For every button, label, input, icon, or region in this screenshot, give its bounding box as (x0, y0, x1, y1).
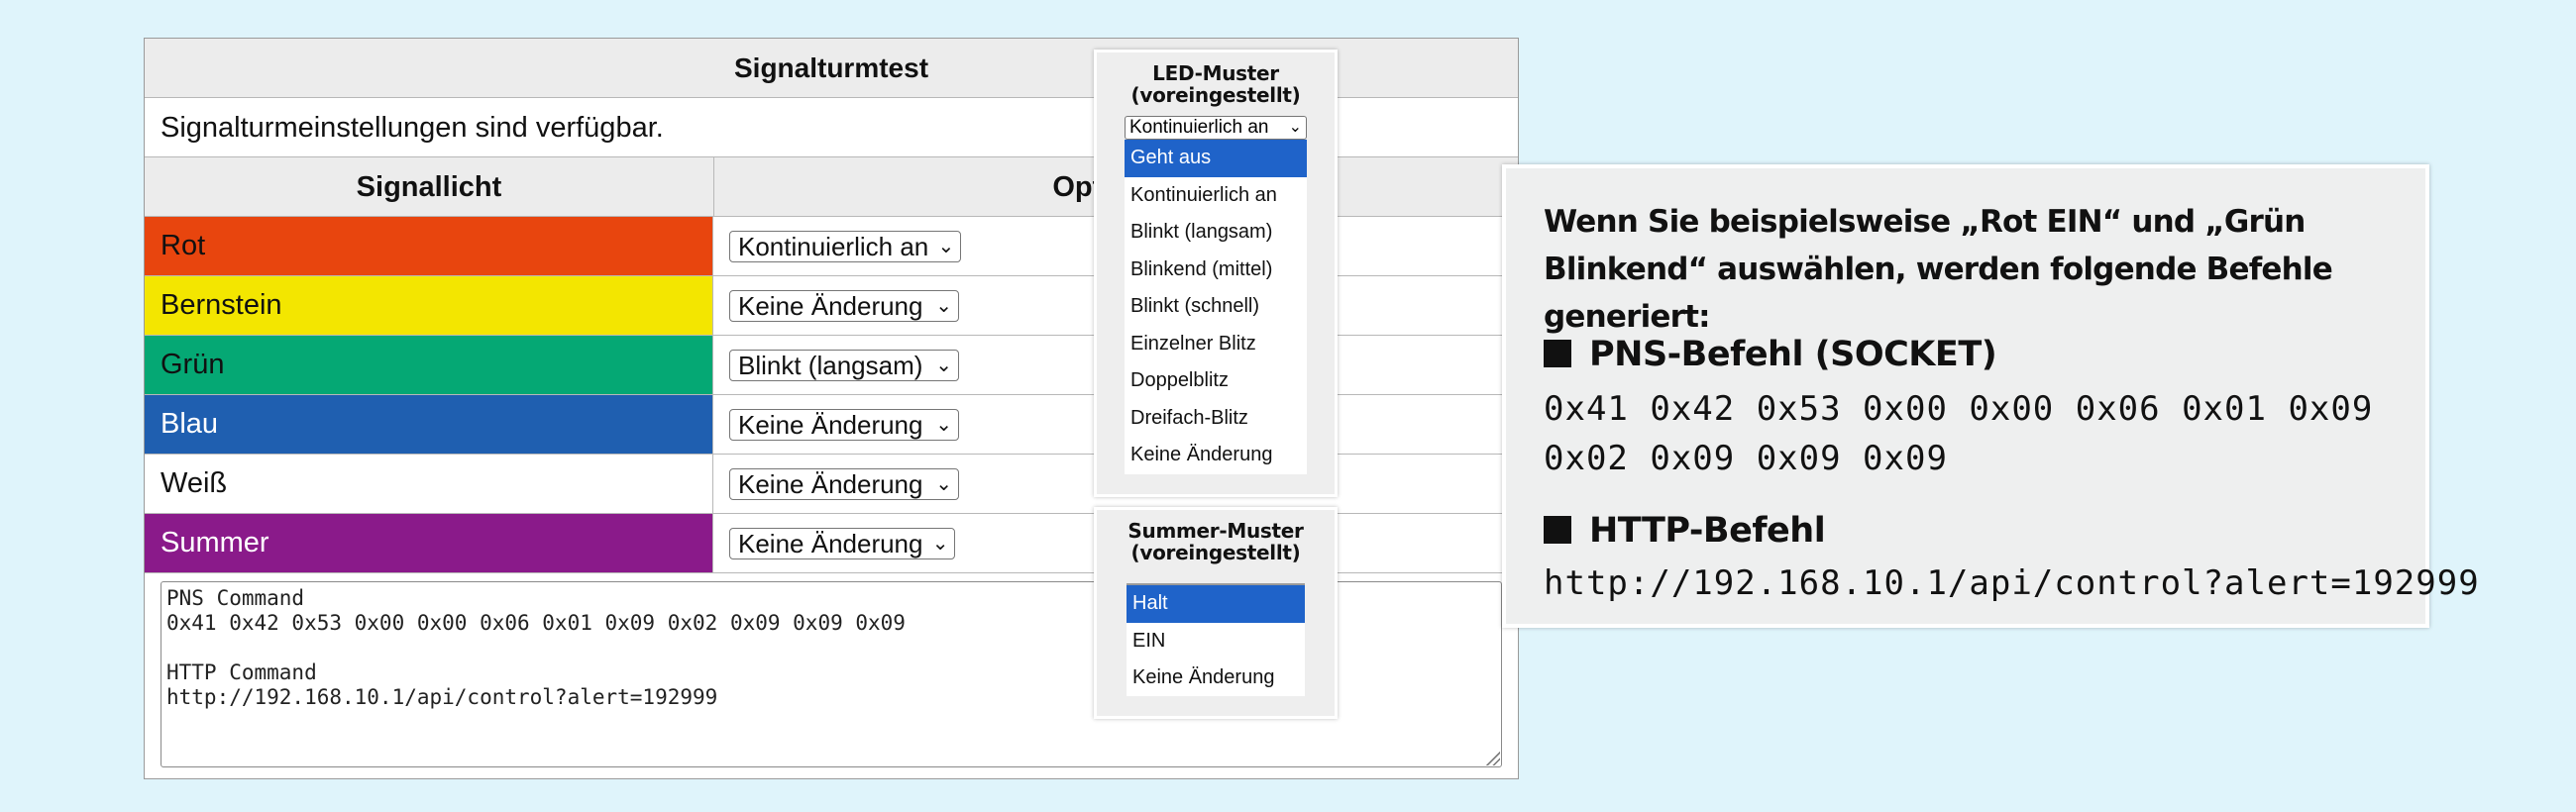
led-pattern-option[interactable]: Kontinuierlich an (1125, 177, 1307, 215)
buzzer-pattern-option[interactable]: EIN (1127, 623, 1305, 660)
led-pattern-option[interactable]: Keine Änderung (1125, 437, 1307, 474)
http-command-url: http://192.168.10.1/api/control?alert=19… (1544, 563, 2480, 603)
chevron-down-icon: ⌄ (935, 414, 952, 436)
chevron-down-icon: ⌄ (1288, 119, 1302, 136)
led-pattern-option[interactable]: Geht aus (1125, 140, 1307, 177)
pns-command-line-1: 0x41 0x42 0x53 0x00 0x00 0x06 0x01 0x09 (1544, 389, 2374, 429)
signal-pattern-select[interactable]: Kontinuierlich an ⌄ (729, 231, 962, 262)
bullet-square-icon (1544, 516, 1571, 544)
signal-pattern-select[interactable]: Keine Änderung ⌄ (729, 468, 959, 500)
signal-pattern-select[interactable]: Keine Änderung ⌄ (729, 409, 959, 441)
textarea-resize-grip[interactable] (1484, 750, 1502, 767)
column-header-signal: Signallicht (145, 157, 714, 217)
led-pattern-option[interactable]: Dreifach-Blitz (1125, 400, 1307, 438)
bullet-square-icon (1544, 340, 1571, 367)
led-pattern-option[interactable]: Blinkend (mittel) (1125, 252, 1307, 289)
signal-pattern-select[interactable]: Keine Änderung ⌄ (729, 290, 959, 322)
example-intro-text: Wenn Sie beispielsweise „Rot EIN“ und „G… (1544, 204, 2333, 335)
signal-name: Rot (145, 217, 713, 275)
http-command-heading: HTTP-Befehl (1544, 509, 1826, 553)
led-pattern-option[interactable]: Blinkt (schnell) (1125, 288, 1307, 326)
signal-name: Grün (145, 336, 713, 394)
led-pattern-popup: LED-Muster (voreingestellt) Kontinuierli… (1094, 50, 1338, 497)
signal-pattern-select[interactable]: Blinkt (langsam) ⌄ (729, 350, 959, 381)
signal-name: Bernstein (145, 276, 713, 335)
led-pattern-option-list: Geht aus Kontinuierlich an Blinkt (langsam… (1125, 140, 1307, 474)
led-pattern-option[interactable]: Blinkt (langsam) (1125, 214, 1307, 252)
led-popup-title: LED-Muster (voreingestellt) (1130, 61, 1301, 107)
chevron-down-icon: ⌄ (935, 295, 952, 317)
buzzer-pattern-option[interactable]: Keine Änderung (1127, 660, 1305, 697)
pns-command-heading: PNS-Befehl (SOCKET) (1544, 333, 1997, 376)
chevron-down-icon: ⌄ (935, 355, 952, 376)
chevron-down-icon: ⌄ (937, 236, 955, 257)
buzzer-popup-title: Summer-Muster (voreingestellt) (1127, 519, 1304, 564)
led-pattern-option[interactable]: Einzelner Blitz (1125, 326, 1307, 363)
signal-pattern-select[interactable]: Keine Änderung ⌄ (729, 528, 956, 559)
buzzer-pattern-popup: Summer-Muster (voreingestellt) Halt EIN Ke… (1094, 507, 1338, 719)
signal-name: Weiß (145, 455, 713, 513)
command-example-box: Wenn Sie beispielsweise „Rot EIN“ und „G… (1502, 164, 2479, 628)
pns-command-line-2: 0x02 0x09 0x09 0x09 (1544, 439, 1948, 478)
signal-name: Summer (145, 514, 713, 572)
buzzer-pattern-option[interactable]: Halt (1127, 585, 1305, 623)
signal-name: Blau (145, 395, 713, 454)
chevron-down-icon: ⌄ (931, 533, 949, 555)
led-pattern-select[interactable]: Kontinuierlich an ⌄ (1125, 116, 1307, 140)
chevron-down-icon: ⌄ (935, 473, 952, 495)
led-pattern-option[interactable]: Doppelblitz (1125, 362, 1307, 400)
buzzer-pattern-option-list: Halt EIN Keine Änderung (1127, 583, 1305, 696)
